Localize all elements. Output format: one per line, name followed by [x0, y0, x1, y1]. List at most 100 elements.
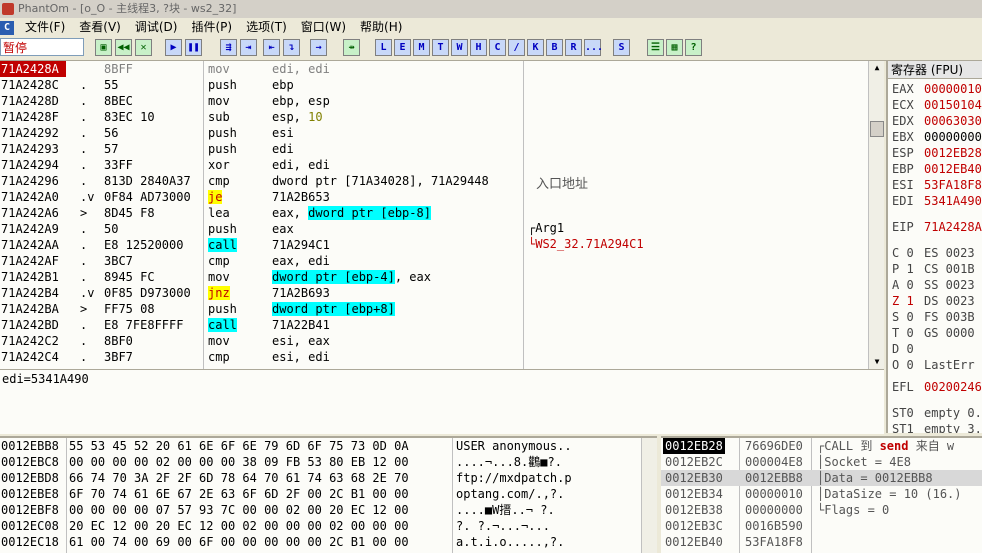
breakpoints-window-button[interactable]: B	[546, 39, 563, 56]
menu-window[interactable]: 窗口(W)	[294, 18, 353, 36]
disasm-row[interactable]: 71A242B4 .v 0F85 D973000 jnz 71A2B693	[0, 285, 884, 301]
disasm-row[interactable]: 71A242BD. E8 7FE8FFFF call 71A22B41	[0, 317, 884, 333]
execute-till-return-button[interactable]: →	[310, 39, 327, 56]
disasm-row[interactable]: 71A242A0 .v 0F84 AD73000 je 71A2B653	[0, 189, 884, 205]
dump-row[interactable]: 0012EC08 20 EC 12 00 20 EC 12 00 02 00 00…	[0, 518, 657, 534]
appearance-button[interactable]: ▦	[666, 39, 683, 56]
instruction-address[interactable]: 71A242B1	[0, 269, 66, 285]
instruction-address[interactable]: 71A242BA	[0, 301, 66, 317]
stack-row[interactable]: 0012EB3C 0016B590	[661, 518, 982, 534]
register-value[interactable]: empty 3.	[924, 422, 982, 433]
instruction-address[interactable]: 71A242B4	[0, 285, 66, 301]
open-button[interactable]: ▣	[95, 39, 112, 56]
fpu-row[interactable]: ST1 empty 3.	[892, 421, 982, 433]
register-row[interactable]: EAX 000000100	[892, 81, 982, 97]
register-value[interactable]: 71A2428A	[924, 220, 982, 234]
disasm-row[interactable]: 71A242B1. 8945 FC mov dword ptr [ebp-4], ea…	[0, 269, 884, 285]
register-value[interactable]: 0012EB40	[924, 162, 982, 176]
register-value[interactable]: 0012EB28	[924, 146, 982, 160]
disasm-row[interactable]: 71A24296. 813D 2840A37 cmp dword ptr [71A34…	[0, 173, 884, 189]
menu-debug[interactable]: 调试(D)	[128, 18, 185, 36]
memory-dump-pane[interactable]: 0012EBB8 55 53 45 52 20 61 6E 6F 6E 79 6D…	[0, 436, 657, 553]
flag-row[interactable]: S 0 FS 003B	[892, 309, 975, 325]
modules-window-button[interactable]: E	[394, 39, 411, 56]
instruction-address[interactable]: 71A242A0	[0, 189, 66, 205]
register-row[interactable]: EDX 000630300	[892, 113, 982, 129]
disasm-row[interactable]: 71A2428F. 83EC 10 sub esp, 10	[0, 109, 884, 125]
disassembly-scrollbar[interactable]: ▲ ▼	[868, 61, 884, 369]
menu-file[interactable]: 文件(F)	[18, 18, 72, 36]
dump-row[interactable]: 0012EBB8 55 53 45 52 20 61 6E 6F 6E 79 6D…	[0, 438, 657, 454]
cpu-window-button[interactable]: C	[489, 39, 506, 56]
dump-row[interactable]: 0012EC18 61 00 74 00 69 00 6F 00 00 00 00…	[0, 534, 657, 550]
dump-row[interactable]: 0012EBC8 00 00 00 00 02 00 00 00 38 09 FB…	[0, 454, 657, 470]
menu-help[interactable]: 帮助(H)	[353, 18, 409, 36]
flag-value[interactable]: C 0	[892, 245, 924, 261]
scroll-down-icon[interactable]: ▼	[869, 355, 884, 369]
disassembly-pane[interactable]: 71A2428A 8BFF mov edi, edi 71A2428C. 55 push eb…	[0, 61, 884, 369]
run-button[interactable]: ▶	[165, 39, 182, 56]
register-row[interactable]: ESP 0012EB28	[892, 145, 982, 161]
register-value[interactable]: empty 0.	[924, 406, 982, 420]
goto-button[interactable]: ⇸	[343, 39, 360, 56]
disasm-row[interactable]: 71A2428C. 55 push ebp	[0, 77, 884, 93]
flag-value[interactable]: O 0	[892, 357, 924, 373]
register-value[interactable]: 53FA18F8	[924, 178, 982, 192]
instruction-address[interactable]: 71A2428A	[0, 61, 66, 77]
flag-value[interactable]: S 0	[892, 309, 924, 325]
registers-title[interactable]: 寄存器 (FPU)	[888, 61, 982, 79]
help-button[interactable]: ?	[685, 39, 702, 56]
menu-view[interactable]: 查看(V)	[72, 18, 128, 36]
flag-row[interactable]: A 0 SS 0023	[892, 277, 975, 293]
flag-row[interactable]: Z 1 DS 0023	[892, 293, 975, 309]
dump-scrollbar[interactable]	[641, 438, 657, 553]
instruction-address[interactable]: 71A2428C	[0, 77, 66, 93]
scroll-up-icon[interactable]: ▲	[869, 61, 884, 75]
flag-row[interactable]: T 0 GS 0000	[892, 325, 975, 341]
trace-into-button[interactable]: ⇤	[263, 39, 280, 56]
handles-window-button[interactable]: H	[470, 39, 487, 56]
instruction-address[interactable]: 71A242C2	[0, 333, 66, 349]
flag-value[interactable]: P 1	[892, 261, 924, 277]
patches-window-button[interactable]: /	[508, 39, 525, 56]
instruction-address[interactable]: 71A2428D	[0, 93, 66, 109]
stack-row[interactable]: 0012EB40 53FA18F8	[661, 534, 982, 550]
flag-row[interactable]: C 0 ES 0023	[892, 245, 975, 261]
instruction-address[interactable]: 71A24294	[0, 157, 66, 173]
instruction-address[interactable]: 71A242A6	[0, 205, 66, 221]
stack-row[interactable]: 0012EB28 76696DE0 ┌CALL 到 send 来自 w	[661, 438, 982, 454]
flag-row[interactable]: O 0 LastErr	[892, 357, 975, 373]
disasm-row[interactable]: 71A2428D. 8BEC mov ebp, esp	[0, 93, 884, 109]
flag-value[interactable]: A 0	[892, 277, 924, 293]
register-row[interactable]: ECX 00150104	[892, 97, 982, 113]
register-row[interactable]: EBP 0012EB40	[892, 161, 982, 177]
stack-row[interactable]: 0012EB38 00000000 └Flags = 0	[661, 502, 982, 518]
register-row[interactable]: EIP 71A2428A	[892, 219, 982, 235]
restart-button[interactable]: ◀◀	[115, 39, 132, 56]
disasm-row[interactable]: 71A242A6 >8D45 F8 lea eax, dword ptr [ebp-8…	[0, 205, 884, 221]
flag-value[interactable]: Z 1	[892, 293, 924, 309]
log-window-button[interactable]: L	[375, 39, 392, 56]
source-window-button[interactable]: S	[613, 39, 630, 56]
pause-button[interactable]: ❚❚	[185, 39, 202, 56]
instruction-address[interactable]: 71A24292	[0, 125, 66, 141]
stack-row[interactable]: 0012EB34 00000010 │DataSize = 10 (16.)	[661, 486, 982, 502]
disasm-row[interactable]: 71A242BA > FF75 08 push dword ptr [ebp+8]	[0, 301, 884, 317]
instruction-address[interactable]: 71A2428F	[0, 109, 66, 125]
menu-options[interactable]: 选项(T)	[239, 18, 294, 36]
flag-row[interactable]: P 1 CS 001B	[892, 261, 975, 277]
instruction-address[interactable]: 71A242BD	[0, 317, 66, 333]
menu-plugins[interactable]: 插件(P)	[184, 18, 239, 36]
instruction-address[interactable]: 71A242AA	[0, 237, 66, 253]
stack-row[interactable]: 0012EB2C 000004E8 │Socket = 4E8	[661, 454, 982, 470]
step-into-button[interactable]: ⇶	[220, 39, 237, 56]
disasm-row[interactable]: 71A242AA. E8 12520000 call 71A294C1	[0, 237, 884, 253]
register-row[interactable]: EFL 00200246	[892, 379, 982, 395]
scroll-thumb[interactable]	[870, 121, 884, 137]
disasm-row[interactable]: 71A242A9. 50 push eax	[0, 221, 884, 237]
register-row[interactable]: EDI 5341A490	[892, 193, 982, 209]
register-row[interactable]: ESI 53FA18F8	[892, 177, 982, 193]
register-value[interactable]: 000000100	[924, 82, 982, 96]
options-button[interactable]: ☰	[647, 39, 664, 56]
disasm-row[interactable]: 71A242AF. 3BC7 cmp eax, edi	[0, 253, 884, 269]
